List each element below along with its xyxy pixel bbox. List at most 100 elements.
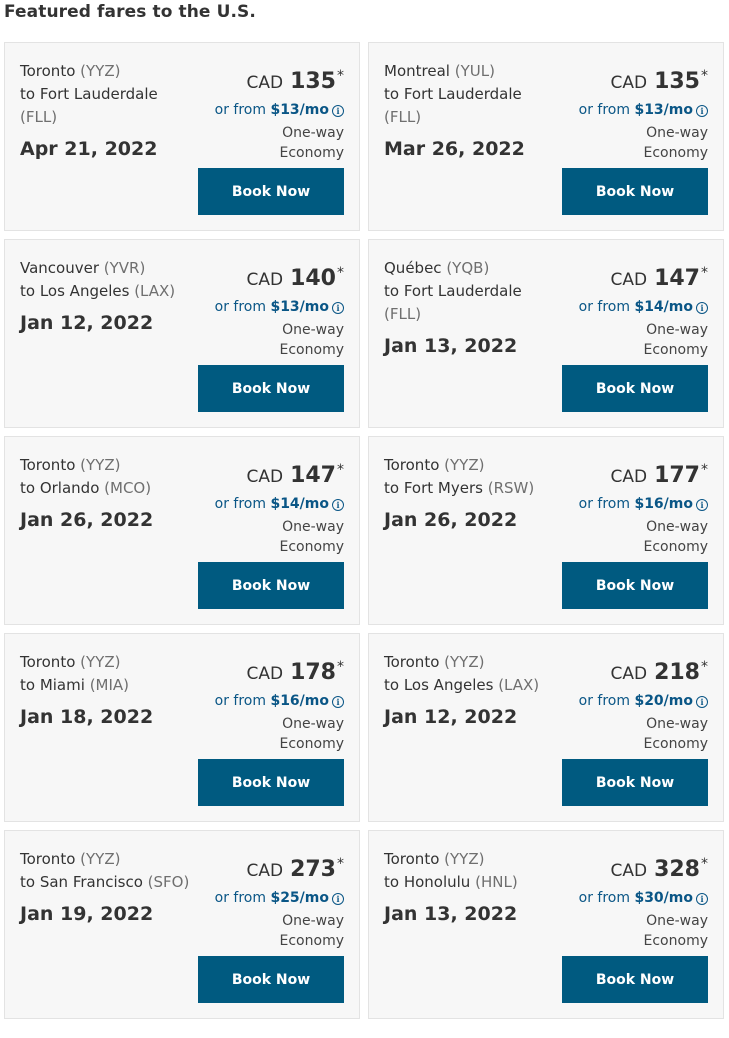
origin: Vancouver (YVR) [20, 257, 190, 280]
info-icon[interactable]: i [332, 696, 344, 708]
monthly-prefix: or from [214, 890, 266, 906]
book-now-button[interactable]: Book Now [198, 365, 344, 412]
origin: Toronto (YYZ) [384, 848, 554, 871]
info-icon[interactable]: i [696, 696, 708, 708]
book-now-button[interactable]: Book Now [562, 168, 708, 215]
destination-code: (HNL) [475, 873, 518, 891]
monthly-amount: $20/mo [634, 693, 693, 709]
route-info: Montreal (YUL) to Fort Lauderdale (FLL) … [384, 60, 554, 161]
book-now-button[interactable]: Book Now [198, 168, 344, 215]
destination-code: (LAX) [134, 282, 176, 300]
route-info: Toronto (YYZ) to San Francisco (SFO) Jan… [20, 848, 190, 926]
asterisk: * [337, 68, 344, 84]
monthly-amount: $13/mo [634, 102, 693, 118]
fare-grid: Toronto (YYZ) to Fort Lauderdale (FLL) A… [4, 42, 724, 1019]
origin-city: Toronto [384, 653, 440, 671]
destination: to Honolulu (HNL) [384, 871, 554, 894]
cabin-class: Economy [643, 342, 708, 358]
fare-card: Toronto (YYZ) to Orlando (MCO) Jan 26, 2… [4, 436, 360, 625]
monthly-payment: or from $14/mo i [184, 496, 344, 512]
origin: Toronto (YYZ) [20, 651, 190, 674]
travel-date: Jan 19, 2022 [20, 903, 154, 925]
info-icon[interactable]: i [332, 105, 344, 117]
cabin-class: Economy [279, 342, 344, 358]
trip-type: One-way [646, 125, 708, 141]
asterisk: * [337, 462, 344, 478]
book-now-button[interactable]: Book Now [198, 759, 344, 806]
price-amount: 178 [290, 660, 336, 685]
fare-card: Toronto (YYZ) to Fort Myers (RSW) Jan 26… [368, 436, 724, 625]
origin-code: (YYZ) [80, 653, 121, 671]
price-amount: 218 [654, 660, 700, 685]
price-box: CAD 140* or from $13/mo i One-way Economy [184, 259, 344, 360]
monthly-payment: or from $16/mo i [184, 693, 344, 709]
monthly-payment: or from $16/mo i [548, 496, 708, 512]
fare-price: CAD 140* [184, 259, 344, 294]
fare-price: CAD 273* [184, 850, 344, 885]
origin-code: (YVR) [103, 259, 146, 277]
book-now-button[interactable]: Book Now [562, 956, 708, 1003]
destination-city: to Honolulu [384, 873, 471, 891]
origin-city: Vancouver [20, 259, 99, 277]
asterisk: * [701, 659, 708, 675]
info-icon[interactable]: i [696, 302, 708, 314]
travel-date: Jan 12, 2022 [20, 312, 154, 334]
travel-date: Jan 26, 2022 [20, 509, 154, 531]
origin-city: Toronto [20, 850, 76, 868]
price-box: CAD 328* or from $30/mo i One-way Economy [548, 850, 708, 951]
travel-date: Mar 26, 2022 [384, 138, 525, 160]
origin-city: Toronto [20, 456, 76, 474]
monthly-amount: $25/mo [270, 890, 329, 906]
book-now-button[interactable]: Book Now [198, 562, 344, 609]
destination: to Fort Lauderdale (FLL) [384, 280, 554, 326]
destination-city: to Miami [20, 676, 85, 694]
book-now-button[interactable]: Book Now [562, 365, 708, 412]
destination-city: to Orlando [20, 479, 100, 497]
info-icon[interactable]: i [696, 499, 708, 511]
route-info: Toronto (YYZ) to Fort Lauderdale (FLL) A… [20, 60, 190, 161]
trip-type: One-way [282, 519, 344, 535]
book-now-button[interactable]: Book Now [562, 562, 708, 609]
monthly-amount: $16/mo [634, 496, 693, 512]
fare-card: Toronto (YYZ) to Miami (MIA) Jan 18, 202… [4, 633, 360, 822]
travel-date: Jan 12, 2022 [384, 706, 518, 728]
cabin-class: Economy [643, 539, 708, 555]
currency: CAD [610, 664, 648, 684]
destination: to Fort Myers (RSW) [384, 477, 554, 500]
info-icon[interactable]: i [696, 893, 708, 905]
origin-city: Toronto [20, 62, 76, 80]
asterisk: * [701, 68, 708, 84]
price-box: CAD 177* or from $16/mo i One-way Economy [548, 456, 708, 557]
destination-code: (FLL) [384, 305, 422, 323]
asterisk: * [701, 265, 708, 281]
section-title: Featured fares to the U.S. [4, 2, 256, 22]
origin-code: (YYZ) [444, 456, 485, 474]
fare-price: CAD 178* [184, 653, 344, 688]
fare-price: CAD 135* [548, 62, 708, 97]
trip-type: One-way [646, 716, 708, 732]
travel-date: Jan 13, 2022 [384, 903, 518, 925]
origin-code: (YYZ) [80, 850, 121, 868]
origin: Toronto (YYZ) [384, 454, 554, 477]
info-icon[interactable]: i [332, 893, 344, 905]
info-icon[interactable]: i [332, 302, 344, 314]
book-now-button[interactable]: Book Now [562, 759, 708, 806]
trip-type: One-way [646, 322, 708, 338]
currency: CAD [246, 861, 284, 881]
price-box: CAD 147* or from $14/mo i One-way Economy [548, 259, 708, 360]
destination: to Orlando (MCO) [20, 477, 190, 500]
book-now-button[interactable]: Book Now [198, 956, 344, 1003]
monthly-amount: $16/mo [270, 693, 329, 709]
origin-city: Québec [384, 259, 442, 277]
currency: CAD [246, 270, 284, 290]
destination: to Miami (MIA) [20, 674, 190, 697]
monthly-prefix: or from [214, 102, 266, 118]
info-icon[interactable]: i [696, 105, 708, 117]
cabin-class: Economy [279, 933, 344, 949]
price-box: CAD 178* or from $16/mo i One-way Economy [184, 653, 344, 754]
currency: CAD [610, 467, 648, 487]
fare-card: Toronto (YYZ) to Fort Lauderdale (FLL) A… [4, 42, 360, 231]
trip-type: One-way [282, 125, 344, 141]
info-icon[interactable]: i [332, 499, 344, 511]
monthly-amount: $13/mo [270, 102, 329, 118]
